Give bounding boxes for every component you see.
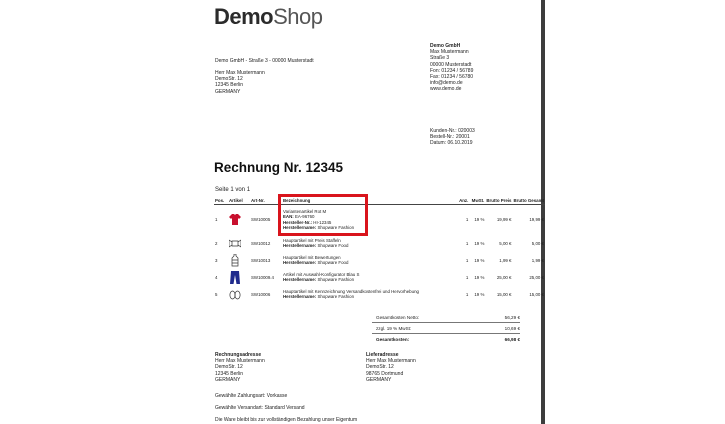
vat-total-label: zzgl. 19 % MwSt:: [376, 325, 412, 331]
row-description: Artikel mit Auswahl-Konfigurator Blau S …: [282, 269, 455, 286]
header-unit-price: Brutto Preis: [485, 196, 513, 205]
row-description: Hauptartikel mit Bewertungen Herstellern…: [282, 252, 455, 269]
row-vat: 19 %: [474, 274, 485, 280]
candy-icon: [228, 235, 250, 252]
shipping-address: Lieferadresse Herr Max Mustermann DemoSt…: [366, 352, 416, 383]
bottle-icon: [228, 252, 250, 269]
net-total-label: Gesamtkosten Netto:: [376, 314, 420, 320]
line-items-table: Pos. Artikel Art-Nr. Bezeichnung Anz. Mw…: [214, 196, 545, 303]
row-vat: 19 %: [474, 240, 485, 246]
shipping-line: GERMANY: [366, 376, 392, 383]
desc-value: Shopware Fashion: [317, 277, 355, 282]
row-vat: 19 %: [474, 291, 485, 297]
grand-total-value: 66,98 €: [504, 336, 520, 342]
net-total-value: 56,29 €: [504, 314, 520, 320]
row-pos: 1: [215, 217, 218, 223]
row-pos: 3: [215, 257, 218, 263]
desc-label: Herstellername:: [283, 277, 317, 282]
net-total-row: Gesamtkosten Netto: 56,29 €: [372, 312, 520, 323]
invoice-title: Rechnung Nr. 12345: [214, 160, 344, 175]
logo-demo: Demo: [214, 4, 274, 29]
row-vat: 19 %: [474, 257, 485, 263]
grand-total-label: Gesamtkosten:: [376, 336, 410, 342]
recipient-line: GERMANY: [215, 88, 241, 95]
row-total: 1,99 €: [531, 257, 544, 263]
billing-address: Rechnungsadresse Herr Max Mustermann Dem…: [215, 352, 265, 383]
row-unit-price: 19,99 €: [496, 217, 512, 223]
row-qty: 1: [465, 240, 469, 246]
sender-line: Demo GmbH - Straße 3 - 00000 Musterstadt: [215, 58, 314, 64]
demo-shop-logo: DemoShop: [214, 4, 323, 30]
payment-method: Gewählte Zahlungsart: Vorkasse: [215, 393, 288, 399]
row-qty: 1: [465, 257, 469, 263]
invoice-meta: Kunden-Nr.: 020003 Bestell-Nr.: 20001 Da…: [430, 128, 475, 147]
row-vat: 19 %: [474, 217, 485, 223]
header-vat: MwSt.: [469, 196, 486, 205]
table-row: 5 SW10006 Hauptartikel mit Kennzeichnung…: [214, 286, 545, 303]
row-total: 25,00 €: [529, 274, 544, 280]
company-line: www.demo.de: [430, 86, 462, 93]
row-artnr: SW10006: [251, 291, 271, 297]
recipient-address: Herr Max Mustermann DemoStr. 12 12345 Be…: [215, 70, 265, 95]
header-article: Artikel: [228, 196, 250, 205]
row-total: 19,99 €: [529, 217, 544, 223]
row-pos: 2: [215, 240, 218, 246]
table-row: 2 SW10012 Hauptartikel mit Preis Staffel…: [214, 235, 545, 252]
row-total: 15,00 €: [529, 291, 544, 297]
billing-line: GERMANY: [215, 376, 241, 383]
header-pos: Pos.: [214, 196, 228, 205]
shipping-method: Gewählte Versandart: Standard Versand: [215, 405, 305, 411]
row-unit-price: 15,00 €: [496, 291, 512, 297]
page-number: Seite 1 von 1: [215, 187, 251, 193]
desc-value: Shopware Food: [317, 260, 349, 265]
grand-total-row: Gesamtkosten: 66,98 €: [372, 334, 520, 344]
table-row: 3 SW10013 Hauptartikel mit Bewertungen H…: [214, 252, 545, 269]
row-unit-price: 1,99 €: [499, 257, 512, 263]
row-artnr: SW10009.4: [251, 274, 274, 280]
row-artnr: SW10012: [251, 240, 271, 246]
table-row: 1 SW10005 Variantenartikel Rot M EAN: EA…: [214, 205, 545, 235]
row-total: 5,00 €: [531, 240, 544, 246]
vat-total-row: zzgl. 19 % MwSt: 10,69 €: [372, 323, 520, 334]
row-artnr: SW10013: [251, 257, 271, 263]
company-line: 00000 Musterstadt: [430, 61, 472, 68]
row-pos: 5: [215, 291, 218, 297]
invoice-date: Datum: 06.10.2019: [430, 140, 473, 147]
red-sweater-icon: [228, 205, 250, 235]
desc-label: Herstellername:: [283, 294, 317, 299]
header-qty: Anz.: [455, 196, 470, 205]
table-header-row: Pos. Artikel Art-Nr. Bezeichnung Anz. Mw…: [214, 196, 545, 205]
desc-value: Shopware Food: [317, 243, 349, 248]
totals-block: Gesamtkosten Netto: 56,29 € zzgl. 19 % M…: [372, 312, 520, 344]
row-description: Hauptartikel mit Preis Staffeln Herstell…: [282, 235, 455, 252]
row-description: Hauptartikel mit Kennzeichnung Versandko…: [282, 286, 455, 303]
row-unit-price: 5,00 €: [499, 240, 512, 246]
row-qty: 1: [465, 217, 469, 223]
table-row: 4 SW10009.4 Artikel mit Auswahl-Konfigur…: [214, 269, 545, 286]
desc-label: Herstellername:: [283, 243, 317, 248]
blue-pants-icon: [228, 269, 250, 286]
desc-value: Shopware Fashion: [317, 294, 355, 299]
vat-total-value: 10,69 €: [504, 325, 520, 331]
row-qty: 1: [465, 291, 469, 297]
description-highlight-box: [278, 194, 368, 236]
row-unit-price: 25,00 €: [496, 274, 512, 280]
flip-flops-icon: [228, 286, 250, 303]
desc-label: Herstellername:: [283, 260, 317, 265]
row-qty: 1: [465, 274, 469, 280]
header-total: Brutto Gesamt: [512, 196, 545, 205]
row-pos: 4: [215, 274, 218, 280]
company-block: Demo GmbH Max Mustermann Straße 3 00000 …: [430, 43, 473, 93]
logo-shop: Shop: [273, 4, 323, 29]
ownership-note: Die Ware bleibt bis zur vollständigen Be…: [215, 417, 358, 423]
